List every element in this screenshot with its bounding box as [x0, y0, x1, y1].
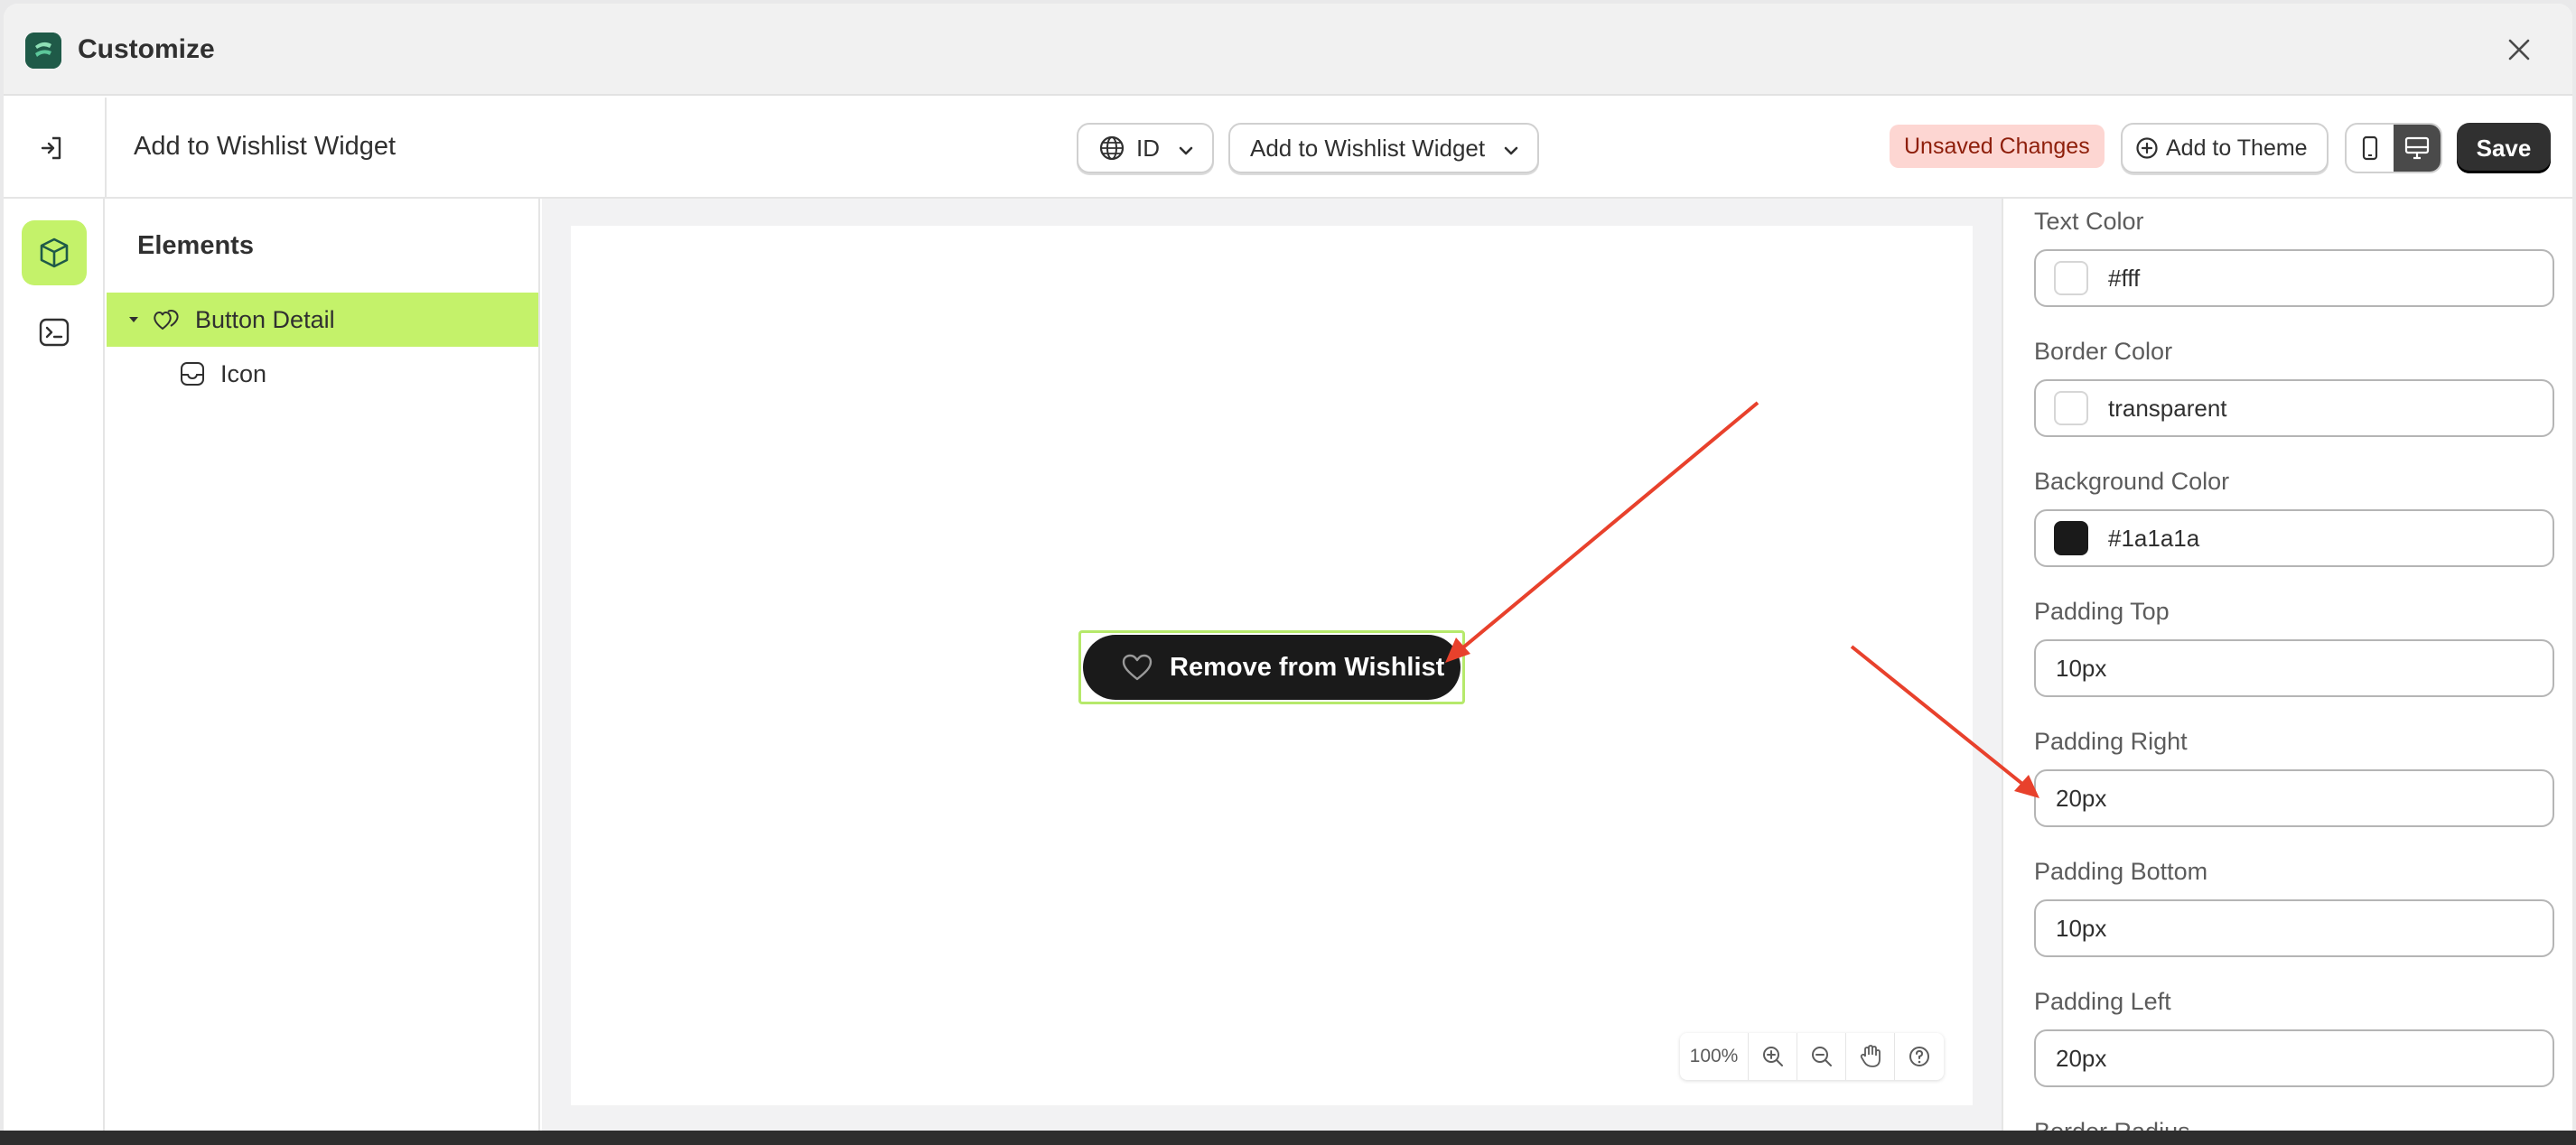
zoom-level: 100%	[1680, 1033, 1749, 1080]
field-value: #1a1a1a	[2108, 524, 2200, 552]
tree-item-label: Button Detail	[195, 305, 335, 333]
preview-wishlist-button-selection[interactable]: Remove from Wishlist	[1078, 630, 1465, 704]
padding-bottom-field: Padding Bottom 10px	[2034, 858, 2554, 957]
remove-from-wishlist-button[interactable]: Remove from Wishlist	[1083, 635, 1461, 700]
exit-icon[interactable]	[31, 126, 74, 170]
padding-right-input[interactable]: 20px	[2034, 769, 2554, 827]
heart-icon	[1121, 653, 1153, 682]
globe-icon	[1098, 135, 1125, 162]
text-color-input[interactable]: #fff	[2034, 249, 2554, 307]
rail-elements-button[interactable]	[22, 220, 87, 285]
hand-icon[interactable]	[1846, 1033, 1895, 1080]
padding-top-input[interactable]: 10px	[2034, 639, 2554, 697]
unsaved-changes-badge: Unsaved Changes	[1890, 125, 2105, 168]
field-label: Background Color	[2034, 468, 2230, 495]
device-view-toggle	[2345, 123, 2442, 173]
settings-panel: Text Color #fff Border Color transparent…	[2002, 199, 2572, 1134]
title-bar: Customize	[4, 4, 2572, 96]
heart-stack-icon	[152, 307, 181, 332]
screen-bottom-edge	[0, 1131, 2576, 1145]
language-label: ID	[1136, 134, 1160, 162]
customize-window: Customize Add to Wishlist Widget ID Add …	[4, 4, 2572, 1134]
text-color-field: Text Color #fff	[2034, 208, 2554, 307]
widget-select-dropdown[interactable]: Add to Wishlist Widget	[1228, 123, 1539, 173]
desktop-view-button[interactable]	[2394, 125, 2441, 172]
caret-down-icon[interactable]	[128, 312, 139, 327]
color-swatch[interactable]	[2054, 391, 2088, 425]
zoom-toolbar: 100%	[1680, 1033, 1944, 1080]
field-label: Padding Right	[2034, 728, 2188, 755]
window-title: Customize	[78, 34, 215, 64]
page-title: Add to Wishlist Widget	[134, 132, 397, 161]
tree-item-icon[interactable]: Icon	[107, 347, 538, 401]
chevron-down-icon	[1501, 139, 1521, 167]
language-dropdown[interactable]: ID	[1077, 123, 1214, 173]
left-rail	[4, 199, 105, 1134]
terminal-icon	[37, 315, 71, 349]
desktop-icon	[2403, 135, 2431, 161]
background-color-field: Background Color #1a1a1a	[2034, 468, 2554, 567]
field-value: 20px	[2056, 1044, 2107, 1072]
help-icon[interactable]	[1895, 1033, 1944, 1080]
border-color-field: Border Color transparent	[2034, 338, 2554, 437]
tree-item-button-detail[interactable]: Button Detail	[107, 293, 538, 347]
field-value: transparent	[2108, 394, 2227, 422]
toolbar-divider	[105, 98, 107, 199]
elements-panel-title: Elements	[137, 231, 254, 260]
cube-icon	[36, 235, 72, 271]
background-color-input[interactable]: #1a1a1a	[2034, 509, 2554, 567]
padding-left-field: Padding Left 20px	[2034, 988, 2554, 1087]
field-label: Padding Left	[2034, 988, 2171, 1015]
add-to-theme-button[interactable]: Add to Theme	[2121, 123, 2329, 173]
zoom-out-icon[interactable]	[1797, 1033, 1846, 1080]
app-logo	[25, 33, 61, 69]
color-swatch[interactable]	[2054, 521, 2088, 555]
field-label: Padding Bottom	[2034, 858, 2208, 885]
padding-left-input[interactable]: 20px	[2034, 1029, 2554, 1087]
padding-top-field: Padding Top 10px	[2034, 598, 2554, 697]
field-value: 20px	[2056, 784, 2107, 812]
field-value: #fff	[2108, 264, 2141, 292]
plus-circle-icon	[2135, 136, 2159, 160]
field-label: Border Color	[2034, 338, 2173, 365]
tree-item-label: Icon	[220, 359, 267, 387]
mobile-icon	[2361, 135, 2379, 162]
rail-code-button[interactable]	[22, 300, 87, 365]
widget-select-label: Add to Wishlist Widget	[1250, 134, 1486, 162]
mobile-view-button[interactable]	[2347, 125, 2394, 172]
save-button[interactable]: Save	[2457, 123, 2551, 173]
color-swatch[interactable]	[2054, 261, 2088, 295]
preview-button-label: Remove from Wishlist	[1170, 652, 1445, 682]
chevron-down-icon	[1176, 139, 1196, 167]
add-to-theme-label: Add to Theme	[2166, 135, 2308, 161]
zoom-in-icon[interactable]	[1749, 1033, 1797, 1080]
field-label: Text Color	[2034, 208, 2144, 235]
border-color-input[interactable]: transparent	[2034, 379, 2554, 437]
field-label: Padding Top	[2034, 598, 2170, 625]
close-icon[interactable]	[2502, 33, 2536, 67]
inbox-icon	[179, 360, 206, 387]
field-value: 10px	[2056, 914, 2107, 942]
padding-right-field: Padding Right 20px	[2034, 728, 2554, 827]
elements-panel: Elements Button Detail Icon	[107, 199, 540, 1134]
field-value: 10px	[2056, 654, 2107, 682]
top-toolbar: Add to Wishlist Widget ID Add to Wishlis…	[4, 98, 2572, 199]
padding-bottom-input[interactable]: 10px	[2034, 899, 2554, 957]
